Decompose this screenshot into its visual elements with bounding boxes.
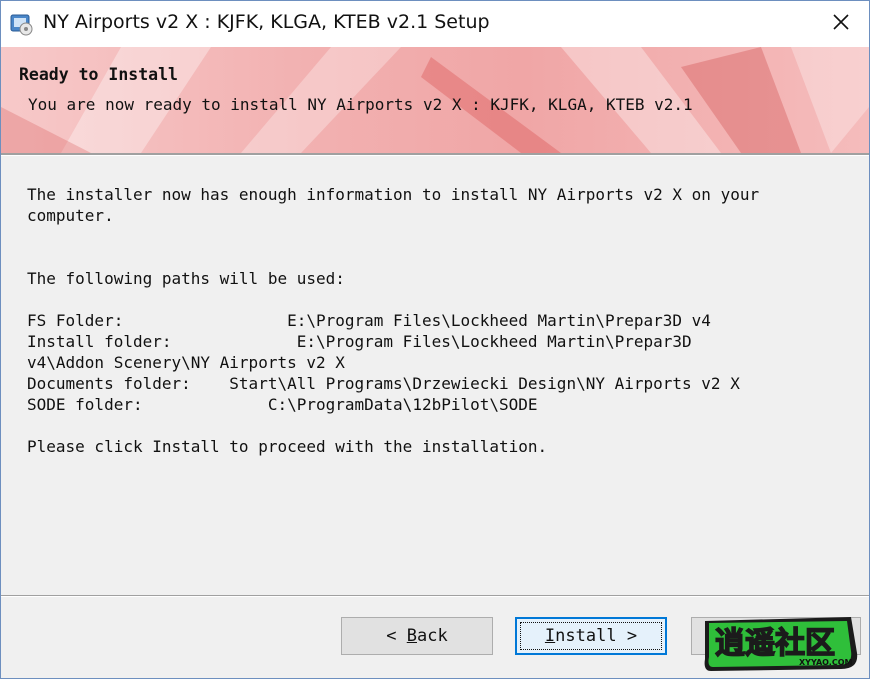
main-content: The installer now has enough information… bbox=[27, 184, 847, 457]
paths-heading: The following paths will be used: bbox=[27, 269, 345, 288]
installer-icon bbox=[9, 11, 35, 37]
path-documents-folder: Documents folder: Start\All Programs\Drz… bbox=[27, 374, 740, 393]
intro-text-line1: The installer now has enough information… bbox=[27, 185, 760, 204]
back-button[interactable]: < Back bbox=[341, 617, 493, 655]
back-button-prefix: < bbox=[386, 626, 407, 646]
banner-subheading: You are now ready to install NY Airports… bbox=[28, 95, 693, 114]
back-button-mnemonic: B bbox=[406, 626, 417, 646]
title-bar[interactable]: NY Airports v2 X : KJFK, KLGA, KTEB v2.1… bbox=[1, 1, 869, 47]
install-button[interactable]: Install > bbox=[515, 617, 667, 655]
banner-heading: Ready to Install bbox=[19, 65, 178, 84]
intro-text-line2: computer. bbox=[27, 206, 114, 225]
svg-text:逍遥社区: 逍遥社区 bbox=[715, 626, 835, 661]
close-button[interactable] bbox=[813, 1, 869, 47]
window-title: NY Airports v2 X : KJFK, KLGA, KTEB v2.1… bbox=[43, 11, 490, 33]
proceed-text: Please click Install to proceed with the… bbox=[27, 437, 548, 456]
install-button-mnemonic: I bbox=[544, 626, 556, 646]
close-icon bbox=[832, 13, 850, 35]
path-install-folder: Install folder: E:\Program Files\Lockhee… bbox=[27, 332, 692, 351]
watermark-logo: 逍遥社区 XYYAO.COM bbox=[701, 613, 861, 675]
install-button-label: nstall > bbox=[555, 626, 638, 646]
path-install-folder-cont: v4\Addon Scenery\NY Airports v2 X bbox=[27, 353, 345, 372]
header-banner: Ready to Install You are now ready to in… bbox=[1, 47, 869, 153]
back-button-label: ack bbox=[417, 626, 448, 646]
svg-text:XYYAO.COM: XYYAO.COM bbox=[799, 658, 853, 667]
path-fs-folder: FS Folder: E:\Program Files\Lockheed Mar… bbox=[27, 311, 711, 330]
footer-divider bbox=[1, 595, 869, 597]
path-sode-folder: SODE folder: C:\ProgramData\12bPilot\SOD… bbox=[27, 395, 538, 414]
banner-divider bbox=[1, 153, 869, 156]
setup-window: NY Airports v2 X : KJFK, KLGA, KTEB v2.1… bbox=[0, 0, 870, 679]
